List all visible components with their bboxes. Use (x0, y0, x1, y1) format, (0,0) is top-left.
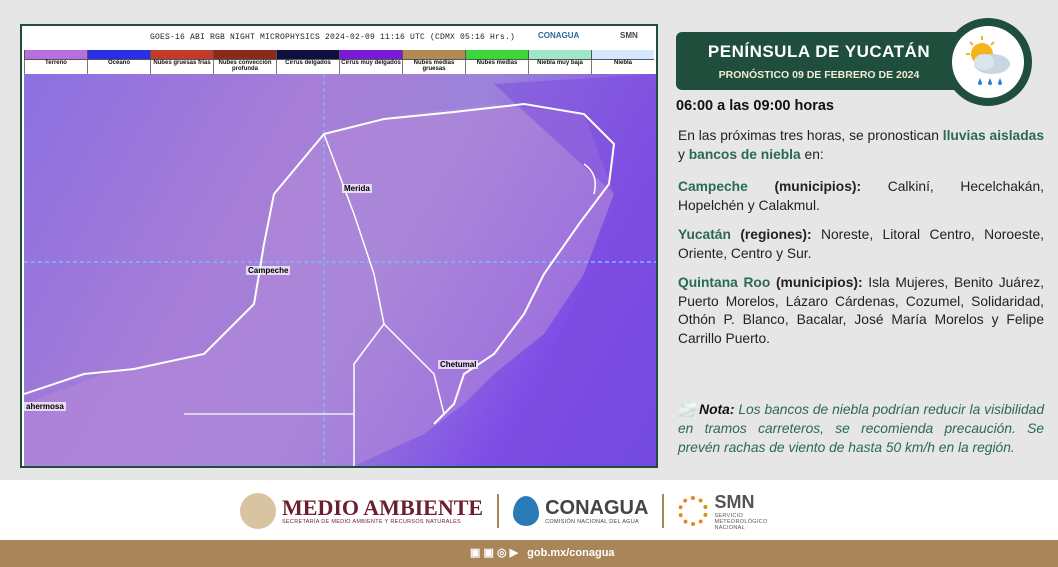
youtube-icon[interactable]: ▶ (510, 547, 518, 559)
legend-label: Nubes gruesas frías (150, 60, 213, 74)
region-name: Yucatán (678, 227, 731, 242)
intro-mid: y (678, 146, 689, 162)
fog-note: 🌫️ Nota: Los bancos de niebla podrían re… (678, 400, 1044, 457)
satellite-title: GOES-16 ABI RGB NIGHT MICROPHYSICS 2024-… (150, 33, 516, 42)
legend-label: Cirrus muy delgados (339, 60, 402, 74)
legend-label: Niebla (591, 60, 654, 74)
semarnat-logo-subtitle: SECRETARÍA DE MEDIO AMBIENTE Y RECURSOS … (282, 519, 462, 525)
region-kind: (municipios): (770, 275, 863, 290)
logo-divider (662, 494, 665, 528)
intro-highlight-fog: bancos de niebla (688, 146, 801, 162)
smn-swirl-icon (678, 496, 709, 526)
legend-swatch (528, 50, 591, 60)
legend-swatch (339, 50, 402, 60)
conagua-logo-text: CONAGUA (545, 497, 649, 519)
legend-swatch (402, 50, 465, 60)
legend-label: Océano (87, 60, 150, 74)
facebook-icon[interactable]: ▣ (470, 547, 480, 559)
region-name: Campeche (678, 179, 748, 194)
instagram-icon[interactable]: ◎ (497, 547, 507, 559)
intro-paragraph: En las próximas tres horas, se pronostic… (678, 127, 1044, 164)
footer-logos: MEDIO AMBIENTE SECRETARÍA DE MEDIO AMBIE… (0, 480, 1058, 540)
social-links[interactable]: ▣ ▣ ◎ ▶ gob.mx/conagua (470, 546, 615, 559)
region-quintana-roo: Quintana Roo (municipios): Isla Mujeres,… (678, 274, 1044, 348)
forecast-body: En las próximas tres horas, se pronostic… (678, 127, 1044, 359)
semarnat-logo: MEDIO AMBIENTE SECRETARÍA DE MEDIO AMBIE… (282, 495, 484, 526)
coastline-map (24, 74, 656, 466)
legend-swatch (591, 50, 654, 60)
legend-swatch (276, 50, 339, 60)
sun-cloud-rain-icon (952, 26, 1024, 98)
legend-label: Niebla muy baja (528, 60, 591, 74)
legend-swatch (213, 50, 276, 60)
conagua-mini-logo: CONAGUA (538, 31, 580, 40)
intro-post: en: (800, 146, 824, 162)
legend-label: Nubes medias gruesas (402, 60, 465, 74)
legend-label: Nubes medias (465, 60, 528, 74)
satellite-panel: GOES-16 ABI RGB NIGHT MICROPHYSICS 2024-… (20, 24, 658, 468)
legend-label: Nubes convección profunda (213, 60, 276, 74)
time-range: 06:00 a las 09:00 horas (676, 98, 834, 114)
legend-swatch (87, 50, 150, 60)
region-title: PENÍNSULA DE YUCATÁN (707, 42, 931, 61)
website-link[interactable]: gob.mx/conagua (527, 547, 614, 559)
intro-highlight-rain: lluvias aisladas (942, 128, 1044, 143)
twitter-icon[interactable]: ▣ (483, 547, 493, 559)
satellite-image: Merida Campeche Chetumal ahermosa (24, 74, 656, 466)
satellite-header: GOES-16 ABI RGB NIGHT MICROPHYSICS 2024-… (22, 26, 656, 50)
legend-labels: Terreno Océano Nubes gruesas frías Nubes co… (24, 60, 654, 74)
city-label-campeche: Campeche (246, 266, 291, 275)
conagua-logo: CONAGUA COMISIÓN NACIONAL DEL AGUA (545, 497, 648, 525)
city-label-chetumal: Chetumal (438, 360, 479, 369)
forecast-date: PRONÓSTICO 09 DE FEBRERO DE 2024 (718, 69, 920, 81)
city-label-villahermosa: ahermosa (24, 402, 66, 411)
legend-swatch (24, 50, 87, 60)
smn-logo: SMN SERVICIO METEOROLÓGICO NACIONAL (714, 491, 774, 531)
region-banner: PENÍNSULA DE YUCATÁN PRONÓSTICO 09 DE FE… (676, 32, 962, 90)
weather-badge (944, 18, 1032, 106)
forecast-panel: PENÍNSULA DE YUCATÁN PRONÓSTICO 09 DE FE… (666, 0, 1058, 480)
region-name: Quintana Roo (678, 275, 771, 290)
note-label: Nota: (699, 402, 735, 417)
conagua-logo-subtitle: COMISIÓN NACIONAL DEL AGUA (545, 519, 639, 525)
coat-of-arms-icon (240, 493, 276, 529)
region-kind: (municipios): (747, 179, 862, 194)
smn-mini-logo: SMN (620, 31, 638, 40)
legend-label: Cirrus delgados (276, 60, 339, 74)
logo-divider (497, 494, 500, 528)
legend-label: Terreno (24, 60, 87, 74)
smn-logo-text: SMN (714, 492, 755, 512)
semarnat-logo-text: MEDIO AMBIENTE (282, 495, 484, 520)
legend-color-strip (24, 50, 654, 60)
city-label-merida: Merida (342, 184, 372, 193)
region-kind: (regiones): (730, 227, 812, 242)
legend-swatch (465, 50, 528, 60)
logo-row: MEDIO AMBIENTE SECRETARÍA DE MEDIO AMBIE… (240, 488, 774, 534)
legend-swatch (150, 50, 213, 60)
social-bar: ▣ ▣ ◎ ▶ gob.mx/conagua (0, 540, 1058, 567)
intro-pre: En las próximas tres horas, se pronostic… (678, 128, 943, 143)
region-yucatan: Yucatán (regiones): Noreste, Litoral Cen… (678, 226, 1044, 263)
region-campeche: Campeche (municipios): Calkiní, Hecelcha… (678, 178, 1044, 215)
smn-logo-subtitle: SERVICIO METEOROLÓGICO NACIONAL (714, 513, 768, 531)
conagua-drop-icon (513, 496, 540, 526)
fog-icon: 🌫️ (678, 402, 696, 417)
